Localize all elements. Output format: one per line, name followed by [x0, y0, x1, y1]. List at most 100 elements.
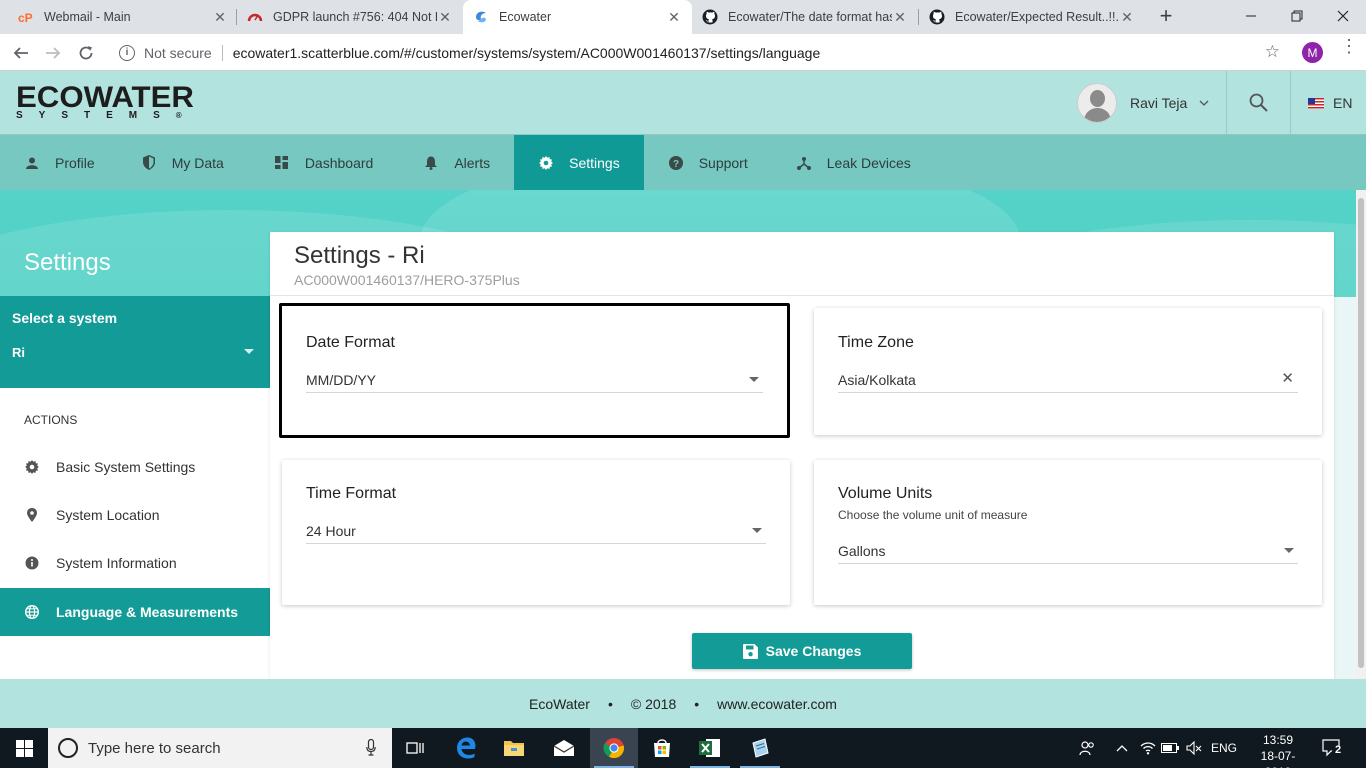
tab-title: Ecowater: [499, 10, 552, 24]
dropdown-caret-icon[interactable]: [1284, 548, 1294, 553]
sidebar-item-location[interactable]: System Location: [0, 491, 270, 539]
url-bar[interactable]: i Not secure ecowater1.scatterblue.com/#…: [110, 38, 1294, 67]
time-zone-input[interactable]: Asia/Kolkata ✕: [838, 369, 1298, 393]
task-view-icon[interactable]: [392, 728, 440, 768]
sidebar-item-system-info[interactable]: System Information: [0, 539, 270, 587]
separator-dot: •: [607, 695, 613, 712]
card-subtitle: Choose the volume unit of measure: [838, 508, 1028, 522]
nav-my-data[interactable]: My Data: [119, 135, 250, 190]
restore-icon[interactable]: [1274, 0, 1320, 32]
sidebar-item-basic-settings[interactable]: Basic System Settings: [0, 443, 270, 491]
save-changes-button[interactable]: Save Changes: [692, 633, 912, 669]
close-icon[interactable]: ✕: [666, 9, 682, 26]
excel-icon[interactable]: [686, 728, 734, 768]
sidebar-item-label: Basic System Settings: [56, 459, 196, 475]
nav-profile[interactable]: Profile: [0, 135, 119, 190]
user-menu[interactable]: Ravi Teja: [1077, 83, 1209, 123]
browser-tab-github-expected[interactable]: Ecowater/Expected Result..!!.pr ✕: [919, 0, 1145, 34]
date-format-select[interactable]: MM/DD/YY: [306, 369, 763, 393]
system-clock[interactable]: 13:59 18-07-2019: [1250, 732, 1306, 768]
browser-tab-webmail[interactable]: cP Webmail - Main ✕: [8, 0, 238, 34]
dropdown-caret-icon[interactable]: [244, 349, 254, 354]
file-explorer-icon[interactable]: [490, 728, 538, 768]
divider: [1290, 71, 1291, 135]
nav-settings[interactable]: Settings: [514, 135, 644, 190]
forward-arrow-icon[interactable]: [40, 40, 66, 66]
settings-panel: Settings - Ri AC000W001460137/HERO-375Pl…: [270, 232, 1334, 679]
bookmark-star-icon[interactable]: ☆: [1265, 42, 1280, 62]
input-language[interactable]: ENG: [1210, 728, 1238, 768]
sidebar-item-label: Language & Measurements: [56, 604, 239, 620]
sidebar-actions: ACTIONS Basic System Settings System Loc…: [0, 388, 270, 679]
page-scrollbar[interactable]: [1356, 190, 1366, 679]
github-icon: [702, 9, 718, 25]
github-icon: [929, 9, 945, 25]
user-name: Ravi Teja: [1130, 95, 1188, 111]
chevron-up-icon[interactable]: [1112, 728, 1132, 768]
reload-icon[interactable]: [73, 40, 99, 66]
tab-title: Webmail - Main: [44, 10, 131, 24]
close-icon[interactable]: ✕: [212, 9, 228, 26]
avatar: [1077, 83, 1117, 123]
edge-browser-icon[interactable]: [442, 728, 490, 768]
volume-units-select[interactable]: Gallons: [838, 540, 1298, 564]
notification-icon[interactable]: 2: [1322, 738, 1344, 758]
actions-header: ACTIONS: [24, 413, 78, 427]
sidebar-item-language[interactable]: Language & Measurements: [0, 588, 270, 636]
clear-icon[interactable]: ✕: [1281, 369, 1294, 387]
nav-dashboard[interactable]: Dashboard: [250, 135, 398, 190]
nav-support[interactable]: ? Support: [644, 135, 774, 190]
chrome-icon[interactable]: [590, 728, 638, 768]
browser-tab-ecowater[interactable]: Ecowater ✕: [463, 0, 692, 34]
close-icon[interactable]: ✕: [437, 9, 453, 26]
taskbar-search-box[interactable]: Type here to search: [48, 728, 392, 768]
browser-tab-github-date[interactable]: Ecowater/The date format has ✕: [692, 0, 918, 34]
microphone-icon[interactable]: [366, 738, 376, 759]
divider: [221, 44, 223, 61]
dropdown-caret-icon[interactable]: [752, 528, 762, 533]
browser-tab-gdpr[interactable]: GDPR launch #756: 404 Not Fo ✕: [237, 0, 463, 34]
new-tab-button[interactable]: +: [1155, 5, 1177, 28]
close-icon[interactable]: ✕: [892, 9, 908, 26]
location-pin-icon: [24, 507, 40, 523]
notepad-icon[interactable]: [736, 728, 784, 768]
ecowater-logo[interactable]: ECOWATER SYSTEMS®: [16, 83, 194, 121]
nav-label: Alerts: [454, 154, 491, 171]
footer-website-link[interactable]: www.ecowater.com: [717, 696, 837, 712]
store-icon[interactable]: [638, 728, 686, 768]
nav-alerts[interactable]: Alerts: [397, 135, 514, 190]
nav-label: My Data: [171, 154, 224, 171]
card-title: Volume Units: [838, 485, 933, 502]
clock-time: 13:59: [1262, 733, 1294, 747]
volume-muted-icon[interactable]: [1184, 728, 1204, 768]
info-icon[interactable]: i: [119, 44, 135, 61]
sidebar-item-label: System Location: [56, 507, 160, 523]
sidebar-item-label: System Information: [56, 555, 177, 571]
chrome-profile-avatar[interactable]: M: [1302, 42, 1323, 63]
nav-leak-devices[interactable]: Leak Devices: [774, 135, 935, 190]
system-selector[interactable]: Select a system Ri: [0, 296, 270, 388]
wifi-icon[interactable]: [1138, 728, 1158, 768]
battery-icon[interactable]: [1160, 728, 1180, 768]
scrollbar-thumb[interactable]: [1358, 198, 1364, 668]
search-icon[interactable]: [1249, 93, 1268, 115]
more-menu-icon[interactable]: ⋮: [1340, 37, 1358, 55]
close-icon[interactable]: ✕: [1119, 9, 1135, 26]
dropdown-caret-icon[interactable]: [749, 377, 759, 382]
windows-start-icon[interactable]: [0, 728, 48, 768]
url-text[interactable]: ecowater1.scatterblue.com/#/customer/sys…: [233, 45, 821, 61]
network-icon: [796, 155, 812, 171]
window-close-icon[interactable]: [1320, 0, 1366, 32]
minimize-icon[interactable]: [1228, 0, 1274, 32]
time-format-select[interactable]: 24 Hour: [306, 520, 766, 544]
search-placeholder: Type here to search: [88, 739, 221, 757]
save-label: Save Changes: [765, 643, 862, 659]
mail-icon[interactable]: [540, 728, 588, 768]
back-arrow-icon[interactable]: [8, 40, 34, 66]
shield-icon: [141, 155, 157, 171]
nav-label: Leak Devices: [826, 154, 911, 171]
language-selector[interactable]: EN: [1308, 95, 1352, 111]
selected-system[interactable]: Ri: [12, 345, 25, 360]
date-format-card: Date Format MM/DD/YY: [279, 303, 790, 438]
people-icon[interactable]: [1076, 728, 1098, 768]
